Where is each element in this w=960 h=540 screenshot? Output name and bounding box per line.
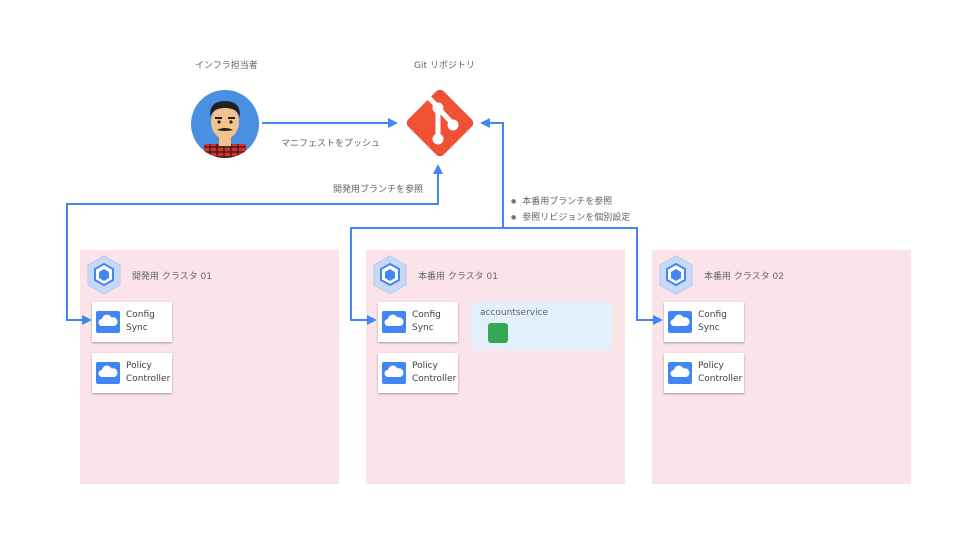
prod-branch-arrow-2 bbox=[503, 227, 663, 325]
prod-note-item: 本番用ブランチを参照 bbox=[511, 194, 630, 210]
prod-notes: 本番用ブランチを参照 参照リビジョンを個別設定 bbox=[511, 194, 630, 226]
dev-branch-label: 開発用ブランチを参照 bbox=[333, 185, 424, 195]
git-repo-label: Git リポジトリ bbox=[414, 61, 475, 71]
infra-admin-label: インフラ担当者 bbox=[195, 61, 258, 71]
git-icon bbox=[406, 89, 474, 157]
prod-note-item: 参照リビジョンを個別設定 bbox=[511, 210, 630, 226]
person-avatar-icon bbox=[191, 90, 259, 158]
push-label: マニフェストをプッシュ bbox=[281, 139, 381, 149]
